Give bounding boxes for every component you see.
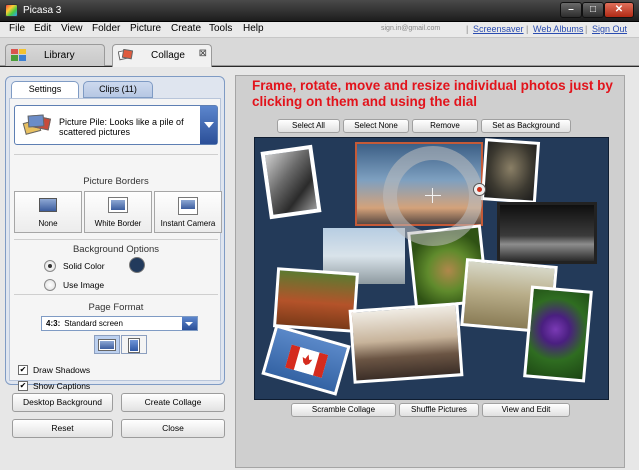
no-border-preview-icon (39, 198, 57, 212)
shuffle-pictures-button[interactable]: Shuffle Pictures (399, 403, 479, 417)
desktop-background-button[interactable]: Desktop Background (12, 393, 113, 412)
canada-flag-icon (285, 344, 329, 379)
menu-bar: File Edit View Folder Picture Create Too… (0, 22, 639, 38)
border-instant-button[interactable]: Instant Camera (154, 191, 222, 233)
main-area: Settings Clips (11) Picture Pile: Looks … (0, 67, 639, 470)
maximize-button[interactable]: □ (582, 2, 604, 18)
photo-canada-flag[interactable] (261, 324, 351, 396)
set-as-background-button[interactable]: Set as Background (481, 119, 571, 133)
background-color-swatch[interactable] (129, 257, 145, 273)
menu-help[interactable]: Help (243, 23, 264, 34)
page-format-select[interactable]: 4:3: Standard screen (41, 316, 198, 331)
select-none-button[interactable]: Select None (343, 119, 409, 133)
select-all-button[interactable]: Select All (277, 119, 340, 133)
main-tab-strip: Library Collage ⊠ (0, 38, 639, 67)
web-albums-link[interactable]: Web Albums (533, 24, 583, 34)
scramble-collage-button[interactable]: Scramble Collage (291, 403, 396, 417)
collage-type-value: Picture Pile: Looks like a pile of scatt… (59, 117, 184, 137)
photo-building[interactable] (260, 144, 322, 220)
user-email: sign.in@gmail.com (381, 25, 441, 32)
picture-pile-icon (22, 113, 52, 137)
page-format-heading: Page Format (88, 302, 144, 313)
collage-type-dropdown[interactable]: Picture Pile: Looks like a pile of scatt… (14, 105, 218, 145)
portrait-icon (128, 338, 140, 353)
divider (14, 154, 218, 155)
rotation-dial[interactable] (383, 146, 483, 246)
photo-morning-glory[interactable] (523, 285, 593, 383)
collage-icon (118, 49, 133, 61)
chevron-down-icon[interactable] (182, 317, 197, 330)
tab-library[interactable]: Library (5, 44, 105, 66)
minimize-button[interactable]: – (560, 2, 582, 18)
tab-collage-label: Collage (151, 50, 185, 61)
tab-library-label: Library (44, 50, 75, 61)
menu-file[interactable]: File (9, 23, 25, 34)
create-collage-button[interactable]: Create Collage (121, 393, 225, 412)
link-separator: | (585, 24, 588, 34)
show-captions-label: Show Captions (33, 381, 91, 391)
use-image-radio[interactable] (44, 279, 56, 291)
menu-create[interactable]: Create (171, 23, 201, 34)
window-title: Picasa 3 (23, 5, 62, 16)
tab-close-icon[interactable]: ⊠ (199, 48, 207, 59)
title-bar: Picasa 3 – □ ✕ (0, 0, 639, 22)
format-ratio: 4:3: (46, 319, 61, 328)
picture-borders-heading: Picture Borders (83, 176, 149, 187)
solid-color-label: Solid Color (63, 261, 105, 271)
draw-shadows-label: Draw Shadows (33, 365, 91, 375)
dial-handle-icon[interactable] (473, 183, 486, 196)
landscape-orientation-button[interactable] (94, 335, 120, 354)
instant-camera-preview-icon (178, 197, 198, 215)
format-name: Standard screen (64, 319, 123, 328)
photo-dark-landscape[interactable] (497, 202, 597, 264)
photo-shroud[interactable] (480, 138, 541, 204)
sign-out-link[interactable]: Sign Out (592, 24, 627, 34)
white-border-preview-icon (108, 197, 128, 213)
menu-view[interactable]: View (61, 23, 83, 34)
tab-settings[interactable]: Settings (11, 81, 79, 99)
settings-body: Picture Pile: Looks like a pile of scatt… (9, 98, 222, 391)
collage-canvas[interactable] (254, 137, 609, 400)
landscape-icon (98, 339, 116, 351)
menu-edit[interactable]: Edit (34, 23, 51, 34)
close-button[interactable]: Close (121, 419, 225, 438)
photo-church[interactable] (348, 302, 464, 384)
menu-tools[interactable]: Tools (209, 23, 232, 34)
collage-work-area: Frame, rotate, move and resize individua… (235, 75, 625, 468)
border-none-label: None (38, 219, 58, 228)
close-window-button[interactable]: ✕ (604, 2, 634, 18)
draw-shadows-checkbox[interactable]: ✔ (18, 365, 28, 375)
collage-settings-panel: Settings Clips (11) Picture Pile: Looks … (5, 76, 225, 391)
reset-button[interactable]: Reset (12, 419, 113, 438)
screensaver-link[interactable]: Screensaver (473, 24, 524, 34)
show-captions-checkbox[interactable]: ✔ (18, 381, 28, 391)
chevron-down-icon[interactable] (200, 106, 217, 144)
use-image-label: Use Image (63, 280, 105, 290)
library-grid-icon (11, 49, 26, 61)
remove-button[interactable]: Remove (412, 119, 478, 133)
border-instant-label: Instant Camera (160, 219, 216, 228)
tab-clips[interactable]: Clips (11) (83, 81, 153, 98)
dial-crosshair (432, 188, 433, 203)
solid-color-radio[interactable] (44, 260, 56, 272)
divider (14, 239, 218, 240)
view-and-edit-button[interactable]: View and Edit (482, 403, 570, 417)
link-separator: | (526, 24, 529, 34)
menu-picture[interactable]: Picture (130, 23, 161, 34)
border-white-button[interactable]: White Border (84, 191, 152, 233)
divider (14, 294, 218, 295)
instruction-caption: Frame, rotate, move and resize individua… (252, 78, 613, 109)
picasa-app-icon (5, 4, 18, 17)
border-none-button[interactable]: None (14, 191, 82, 233)
dial-crosshair (425, 195, 441, 196)
tab-collage[interactable]: Collage ⊠ (112, 44, 212, 67)
photo-autumn-leaves[interactable] (273, 267, 359, 333)
background-options-heading: Background Options (72, 244, 160, 255)
menu-folder[interactable]: Folder (92, 23, 120, 34)
portrait-orientation-button[interactable] (121, 335, 147, 354)
link-separator: | (466, 24, 469, 34)
border-white-label: White Border (94, 219, 142, 228)
